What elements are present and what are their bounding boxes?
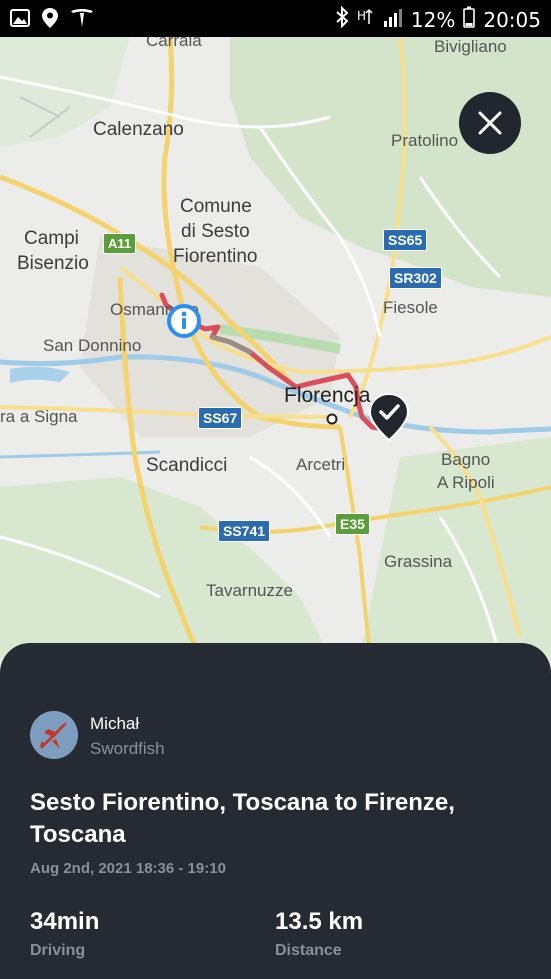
- map-label-san-donnino: San Donnino: [43, 336, 142, 355]
- clock: 20:05: [483, 7, 541, 32]
- avatar[interactable]: [30, 711, 78, 759]
- map-label-comune-2: di Sesto: [181, 221, 250, 242]
- route-end-marker[interactable]: [368, 392, 410, 444]
- info-icon: [167, 304, 201, 338]
- close-icon: [478, 111, 502, 135]
- map-label-comune-3: Fiorentino: [173, 246, 258, 267]
- map-label-comune-1: Comune: [180, 196, 252, 217]
- road-shield-ss65: SS65: [383, 229, 428, 251]
- data-icon: H: [357, 6, 375, 33]
- trip-title: Sesto Fiorentino, Toscana to Firenze, To…: [30, 789, 455, 848]
- duration-value: 34min: [30, 908, 100, 935]
- road-shield-ss67: SS67: [198, 407, 243, 429]
- svg-text:H: H: [357, 9, 366, 23]
- map-label-scandicci: Scandicci: [146, 455, 228, 476]
- duration-label: Driving: [30, 942, 86, 959]
- map-label-florencja: Florencja: [284, 384, 371, 407]
- road-shield-sr302: SR302: [389, 267, 442, 289]
- user-name: Michał: [90, 714, 140, 733]
- map-label-arcetri: Arcetri: [296, 455, 346, 474]
- map-label-campi-2: Bisenzio: [17, 253, 89, 274]
- battery-icon: [463, 6, 476, 33]
- road-shield-ss741: SS741: [218, 520, 271, 542]
- signal-icon: [383, 7, 403, 32]
- status-bar: H 12% 20:05: [0, 0, 551, 37]
- map-label-lastra: ra a Signa: [0, 407, 78, 426]
- battery-percent: 12%: [410, 7, 456, 32]
- bluetooth-icon: [335, 5, 349, 33]
- map-label-campi-1: Campi: [24, 228, 79, 249]
- map-label-grassina: Grassina: [384, 552, 453, 571]
- checkmark-pin-icon: [368, 392, 410, 442]
- location-pin-icon: [42, 8, 58, 33]
- road-shield-a11: A11: [103, 233, 137, 254]
- route-start-marker[interactable]: [166, 303, 202, 339]
- map-label-calenzano: Calenzano: [93, 119, 184, 140]
- road-shield-e35: E35: [335, 513, 370, 535]
- map-label-bagno-2: A Ripoli: [437, 473, 495, 492]
- vehicle-name: Swordfish: [90, 739, 165, 758]
- trip-datetime: Aug 2nd, 2021 18:36 - 19:10: [30, 860, 226, 877]
- close-button[interactable]: [459, 92, 521, 154]
- distance-label: Distance: [275, 942, 342, 959]
- distance-value: 13.5 km: [275, 908, 364, 935]
- map-label-fiesole: Fiesole: [383, 298, 438, 317]
- map-label-tavarnuzze: Tavarnuzze: [206, 581, 293, 600]
- map-label-pratolino: Pratolino: [391, 131, 459, 150]
- tesla-logo-icon: [70, 8, 94, 33]
- image-icon: [10, 9, 30, 32]
- map-label-carraia: Carraia: [146, 37, 202, 50]
- plane-avatar-icon: [30, 711, 78, 759]
- map-label-bagno-1: Bagno: [441, 450, 491, 469]
- map-label-bivigliano: Bivigliano: [434, 37, 507, 56]
